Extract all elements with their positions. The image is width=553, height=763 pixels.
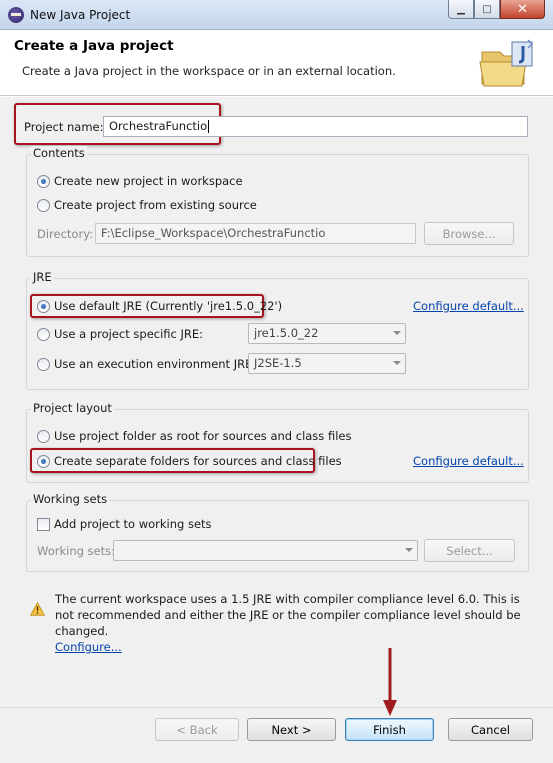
footer-divider [0,707,553,708]
chevron-down-icon [405,548,413,552]
add-to-working-sets-label[interactable]: Add project to working sets [54,517,212,531]
execution-env-jre-radio[interactable] [37,358,50,371]
directory-label: Directory: [37,227,94,241]
create-new-project-label[interactable]: Create new project in workspace [54,174,243,188]
working-sets-select[interactable] [113,540,418,561]
project-folder-root-radio[interactable] [37,430,50,443]
project-jre-value: jre1.5.0_22 [254,326,319,340]
title-bar: New Java Project ▁ □ ✕ [0,0,553,30]
java-project-wizard-icon [479,39,534,87]
create-from-existing-radio[interactable] [37,199,50,212]
warning-configure-link[interactable]: Configure... [55,640,122,654]
warning-icon [30,602,45,616]
project-layout-group-title: Project layout [31,401,114,415]
warning-message: The current workspace uses a 1.5 JRE wit… [55,591,525,655]
chevron-down-icon [393,331,401,335]
cancel-button[interactable]: Cancel [448,718,533,741]
project-specific-jre-radio[interactable] [37,328,50,341]
finish-button[interactable]: Finish [345,718,434,741]
back-button[interactable]: < Back [155,718,239,741]
warning-text: The current workspace uses a 1.5 JRE wit… [55,592,521,638]
close-button[interactable]: ✕ [500,0,545,19]
project-jre-select[interactable]: jre1.5.0_22 [248,323,406,344]
directory-input[interactable]: F:\Eclipse_Workspace\OrchestraFunctio [95,223,416,244]
minimize-button[interactable]: ▁ [448,0,474,19]
use-default-jre-label[interactable]: Use default JRE (Currently 'jre1.5.0_22'… [54,299,282,313]
project-specific-jre-label[interactable]: Use a project specific JRE: [54,327,203,341]
use-default-jre-radio[interactable] [37,300,50,313]
page-description: Create a Java project in the workspace o… [22,64,396,78]
project-name-label: Project name: [24,120,104,134]
annotation-arrow-icon [383,648,397,716]
jre-configure-default-link[interactable]: Configure default... [413,299,524,313]
create-from-existing-label[interactable]: Create project from existing source [54,198,257,212]
execution-env-value: J2SE-1.5 [254,356,302,370]
separate-folders-label[interactable]: Create separate folders for sources and … [54,454,342,468]
page-title: Create a Java project [14,38,174,54]
window-title: New Java Project [30,8,131,22]
jre-group-title: JRE [31,270,54,284]
project-name-input[interactable]: OrchestraFunctio [103,116,528,137]
contents-group-title: Contents [31,146,87,160]
maximize-button[interactable]: □ [474,0,500,19]
execution-env-jre-label[interactable]: Use an execution environment JRE: [54,357,256,371]
eclipse-icon [8,7,24,23]
working-sets-group-title: Working sets [31,492,110,506]
working-sets-label: Working sets: [37,544,116,558]
text-caret [208,120,210,133]
execution-env-select[interactable]: J2SE-1.5 [248,353,406,374]
layout-configure-default-link[interactable]: Configure default... [413,454,524,468]
project-name-value: OrchestraFunctio [109,119,208,133]
separate-folders-radio[interactable] [37,455,50,468]
chevron-down-icon [393,361,401,365]
next-button[interactable]: Next > [247,718,336,741]
wizard-header: Create a Java project Create a Java proj… [0,30,553,96]
project-folder-root-label[interactable]: Use project folder as root for sources a… [54,429,351,443]
browse-button[interactable]: Browse... [424,222,514,245]
select-working-sets-button[interactable]: Select... [424,539,515,562]
create-new-project-radio[interactable] [37,175,50,188]
add-to-working-sets-checkbox[interactable] [37,518,50,531]
